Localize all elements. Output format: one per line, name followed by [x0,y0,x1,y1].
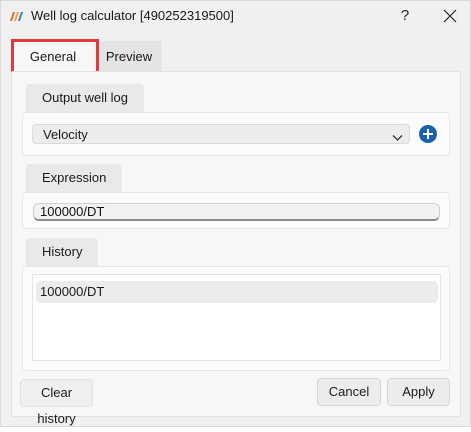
help-button[interactable]: ? [393,5,417,27]
title-bar: Well log calculator [490252319500] ? [1,1,470,31]
close-icon [443,9,457,23]
chevron-down-icon [392,130,403,145]
apply-button[interactable]: Apply [387,378,450,406]
well-log-calculator-dialog: Well log calculator [490252319500] ? Gen… [0,0,471,427]
add-icon[interactable] [419,125,437,143]
clear-history-button[interactable]: Clear history [20,379,93,426]
output-well-log-select[interactable]: Velocity [32,124,410,144]
output-well-log-label: Output well log [26,84,144,112]
tab-preview[interactable]: Preview [96,41,162,72]
history-item[interactable]: 100000/DT [36,281,438,303]
cancel-button[interactable]: Cancel [317,378,381,406]
history-list[interactable]: 100000/DT [32,274,441,361]
close-button[interactable] [437,5,463,27]
window-title: Well log calculator [490252319500] [31,8,234,23]
well-log-app-icon [8,9,24,23]
tab-general[interactable]: General [13,41,93,72]
output-well-log-value: Velocity [43,127,88,142]
history-label: History [26,238,99,266]
expression-input[interactable] [33,203,440,221]
expression-label: Expression [26,164,123,192]
